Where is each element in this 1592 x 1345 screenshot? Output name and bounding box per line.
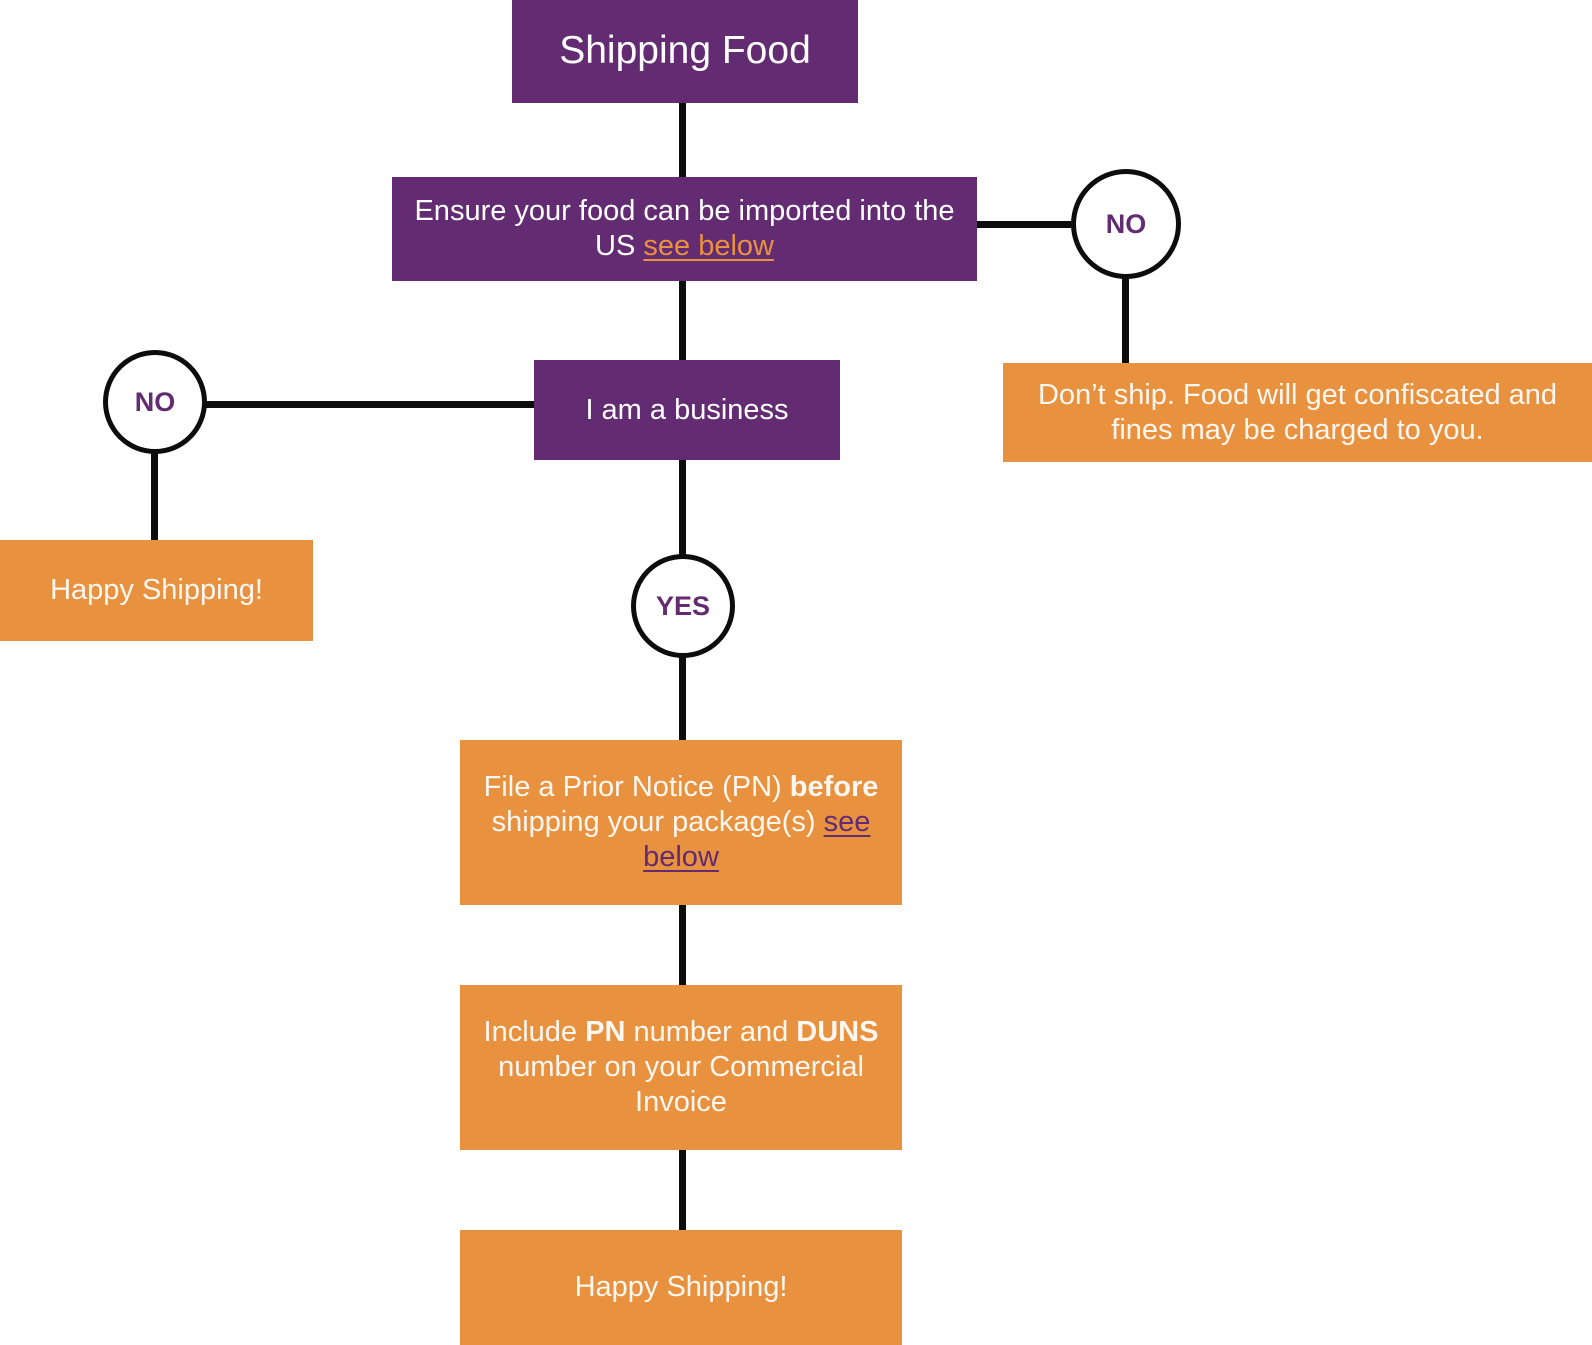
node-happy-shipping-bottom: Happy Shipping! [460, 1230, 902, 1345]
flowchart-canvas: Shipping Food Ensure your food can be im… [0, 0, 1592, 1345]
node-ensure-food-importable: Ensure your food can be imported into th… [392, 177, 977, 281]
connector-ensure-to-no-right [975, 221, 1075, 228]
decision-yes-label: YES [655, 590, 711, 621]
decision-yes[interactable]: YES [631, 554, 735, 658]
decision-no-left[interactable]: NO [103, 350, 207, 454]
connector-title-to-ensure [679, 103, 686, 181]
include-bold-duns: DUNS [796, 1016, 879, 1049]
node-include-pn-duns-label: Include PN number and DUNS number on you… [460, 1015, 902, 1119]
node-shipping-food-title-label: Shipping Food [559, 29, 811, 73]
node-shipping-food-title: Shipping Food [512, 0, 858, 103]
node-happy-shipping-bottom-label: Happy Shipping! [574, 1271, 788, 1304]
node-file-prior-notice: File a Prior Notice (PN) before shipping… [460, 740, 902, 905]
connector-prior-to-include [679, 901, 686, 989]
node-ensure-food-importable-label: Ensure your food can be imported into th… [392, 194, 977, 264]
include-text-1: Include [483, 1016, 586, 1049]
include-text-3: number on your Commercial Invoice [498, 1051, 864, 1118]
node-dont-ship-warning: Don’t ship. Food will get confiscated an… [1003, 363, 1592, 462]
decision-no-right[interactable]: NO [1071, 169, 1181, 279]
node-i-am-a-business-label: I am a business [585, 393, 789, 426]
connector-ensure-to-business [679, 278, 686, 364]
include-bold-pn: PN [585, 1016, 626, 1049]
prior-text-1: File a Prior Notice (PN) [483, 771, 790, 804]
connector-yes-to-prior-notice [679, 654, 686, 744]
connector-include-to-happy [679, 1146, 686, 1234]
decision-no-left-label: NO [134, 386, 176, 417]
node-dont-ship-warning-label: Don’t ship. Food will get confiscated an… [1037, 378, 1558, 446]
node-include-pn-duns: Include PN number and DUNS number on you… [460, 985, 902, 1150]
node-file-prior-notice-label: File a Prior Notice (PN) before shipping… [460, 770, 902, 874]
prior-text-2: shipping your package(s) [491, 806, 824, 839]
node-happy-shipping-left: Happy Shipping! [0, 540, 313, 641]
connector-business-to-yes [679, 456, 686, 558]
node-happy-shipping-left-label: Happy Shipping! [50, 574, 263, 607]
decision-no-right-label: NO [1105, 208, 1147, 239]
connector-business-to-no-left [204, 401, 538, 408]
connector-no-right-to-dontship [1122, 275, 1129, 367]
ensure-see-below-link[interactable]: see below [643, 230, 774, 262]
node-i-am-a-business: I am a business [534, 360, 840, 460]
prior-text-bold: before [789, 771, 879, 804]
connector-no-left-to-happy [151, 450, 158, 544]
include-text-2: number and [625, 1016, 797, 1049]
